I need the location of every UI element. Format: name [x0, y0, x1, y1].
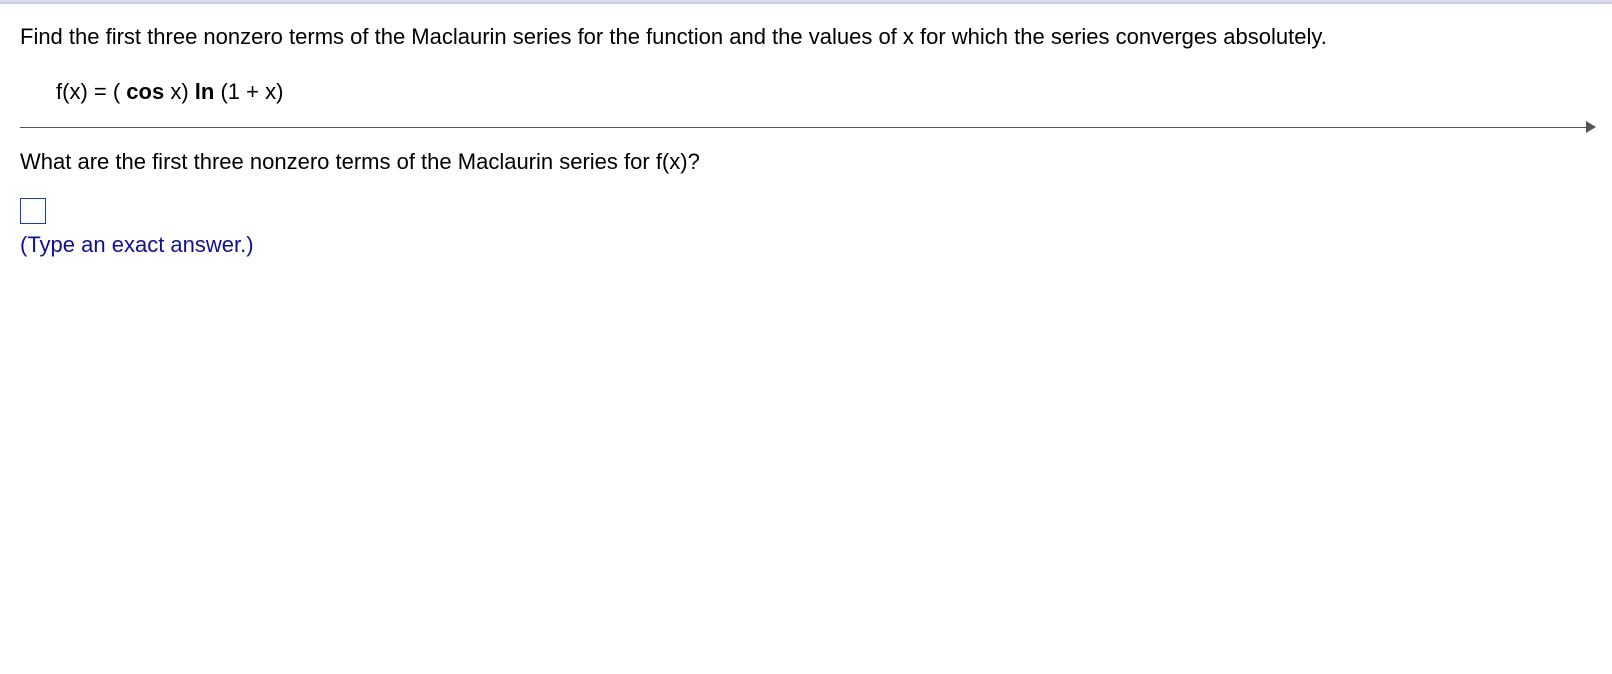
divider-arrow-icon	[1586, 121, 1596, 133]
answer-hint: (Type an exact answer.)	[20, 232, 1592, 258]
function-definition: f(x) = ( cos x) ln (1 + x)	[56, 79, 1592, 105]
function-lhs: f(x) = (	[56, 79, 126, 104]
function-ln: ln	[195, 79, 215, 104]
function-mid: x)	[164, 79, 195, 104]
divider-line	[20, 127, 1592, 128]
question-text: What are the first three nonzero terms o…	[20, 149, 1592, 175]
answer-input[interactable]	[20, 198, 46, 224]
section-divider	[20, 123, 1592, 133]
answer-input-row	[20, 197, 1592, 225]
function-cos: cos	[126, 79, 164, 104]
problem-statement: Find the first three nonzero terms of th…	[20, 22, 1592, 53]
function-rhs: (1 + x)	[214, 79, 283, 104]
content-area: Find the first three nonzero terms of th…	[0, 4, 1612, 258]
